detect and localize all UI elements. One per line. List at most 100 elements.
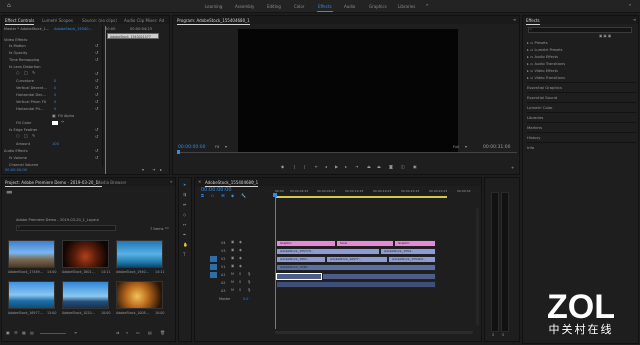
timeline-vertical-scrollbar[interactable] <box>476 208 479 326</box>
mic-icon[interactable]: 🎙 <box>247 280 251 284</box>
tree-item-presets[interactable]: ▸ ▭ Presets <box>527 41 548 45</box>
workspace-audio[interactable]: Audio <box>344 4 355 9</box>
program-timecode[interactable]: 00:00:00:00 <box>178 145 205 150</box>
program-scrubber[interactable] <box>177 152 517 155</box>
timeline-clip-audio-selected[interactable] <box>276 273 322 280</box>
ec-playhead[interactable] <box>105 26 106 174</box>
trash-icon[interactable]: 🗑 <box>160 331 165 335</box>
panel-info[interactable]: Info <box>527 142 636 151</box>
filter-icon[interactable]: ▾ <box>142 168 144 172</box>
track-header-a3[interactable]: A3 M S 🎙 <box>209 288 275 295</box>
rect-mask-icon[interactable]: □ <box>24 71 28 75</box>
timeline-clip-graphic[interactable]: Graphic <box>394 240 436 247</box>
project-item-thumb[interactable] <box>116 240 163 268</box>
pen-tool-icon[interactable]: ✒ <box>183 233 186 237</box>
timeline-clip-video[interactable]: AdobeStock_155404.. <box>388 256 436 263</box>
timeline-timecode[interactable]: 00:00:00:00 <box>201 187 232 193</box>
workspace-graphics[interactable]: Graphics <box>369 4 387 9</box>
mute-icon[interactable]: M <box>231 280 234 284</box>
timeline-clip-video[interactable]: AdobeStock_1554.. <box>380 248 436 255</box>
workspace-libraries[interactable]: Libraries <box>398 4 415 9</box>
search-icon[interactable]: ⌕ <box>629 3 631 7</box>
project-item-thumb[interactable] <box>62 240 109 268</box>
source-patch[interactable] <box>210 272 217 278</box>
source-patch[interactable] <box>210 256 217 262</box>
pen-mask-icon[interactable]: ✎ <box>32 71 35 75</box>
vertical-prism-value[interactable]: 0 <box>54 100 56 104</box>
close-icon[interactable]: × <box>198 180 201 184</box>
tab-effect-controls[interactable]: Effect Controls <box>5 18 35 25</box>
workspace-learning[interactable]: Learning <box>205 4 222 9</box>
ripple-edit-tool-icon[interactable]: ⇹ <box>183 203 186 207</box>
horizontal-dec-value[interactable]: 0 <box>54 93 56 97</box>
rect-mask-icon[interactable]: □ <box>24 134 28 138</box>
find-icon[interactable]: ⌕ <box>126 331 128 335</box>
chevron-right-icon[interactable]: » <box>170 180 172 184</box>
solo-right-icon[interactable]: S <box>502 333 504 338</box>
fx-edge-feather[interactable]: fx Edge Feather <box>9 128 37 132</box>
mic-icon[interactable]: 🎙 <box>247 288 251 292</box>
tree-item-lumetri-presets[interactable]: ▸ ▭ Lumetri Presets <box>527 48 563 52</box>
fx-motion[interactable]: fx Motion <box>9 44 26 48</box>
track-header-v2[interactable]: V2 ▣ ◉ <box>209 256 275 263</box>
linked-selection-icon[interactable]: ⌘ <box>221 194 225 198</box>
mark-in-icon[interactable]: ❘ <box>293 165 296 169</box>
track-header-master[interactable]: Master 0.0 <box>209 296 275 303</box>
tab-program[interactable]: Program: AdobeStock_155404680_1 <box>177 18 250 25</box>
nest-icon[interactable]: ⧉ <box>201 194 204 198</box>
master-clip-label[interactable]: Master * AdobeStock_1... <box>4 27 49 31</box>
tree-item-video-transitions[interactable]: ▸ ▭ Video Transitions <box>527 76 565 80</box>
tab-audio-clip-mixer[interactable]: Audio Clip Mixer: Ad <box>124 18 164 23</box>
lock-icon[interactable]: ▣ <box>231 264 234 268</box>
track-header-v1[interactable]: V1 ▣ ◉ <box>209 264 275 271</box>
add-button-icon[interactable]: + <box>511 166 514 170</box>
curvature-value[interactable]: 0 <box>54 79 56 83</box>
slip-tool-icon[interactable]: ↔ <box>183 223 186 227</box>
panel-essential-sound[interactable]: Essential Sound <box>527 92 636 101</box>
zoom-select[interactable]: Fit <box>215 145 219 149</box>
lock-icon[interactable]: ▣ <box>6 331 10 335</box>
menu-icon[interactable]: ≡ <box>251 180 254 184</box>
edge-mask-tools[interactable]: ○ □ ✎ <box>16 134 46 139</box>
timeline-clip-audio[interactable] <box>276 281 436 288</box>
snap-icon[interactable]: ∩ <box>211 194 214 198</box>
track-select-tool-icon[interactable]: ⇶ <box>183 193 186 197</box>
ec-mini-clip[interactable]: AdobeStock_1540021577 <box>107 33 159 39</box>
chevron-right-icon[interactable]: » <box>426 3 428 7</box>
tree-item-audio-transitions[interactable]: ▸ ▭ Audio Transitions <box>527 62 565 66</box>
solo-icon[interactable]: S <box>239 288 241 292</box>
channel-volume[interactable]: Channel Volume <box>9 163 38 167</box>
compare-icon[interactable]: ◫ <box>401 165 405 169</box>
workspace-effects[interactable]: Effects <box>317 4 333 12</box>
timeline-clip-video[interactable]: AdobeStock_1801.. <box>276 256 326 263</box>
settings-icon[interactable]: 🔧 <box>241 194 246 198</box>
program-playhead[interactable] <box>177 150 180 154</box>
razor-tool-icon[interactable]: ◇ <box>183 213 186 217</box>
tab-effects[interactable]: Effects <box>526 18 540 25</box>
timeline-clip-video[interactable]: AdobeStock_16977.. <box>326 256 388 263</box>
timeline-clip-audio[interactable] <box>322 273 436 280</box>
clip-name[interactable]: AdobeStock_15540... <box>54 27 92 31</box>
panel-lumetri-color[interactable]: Lumetri Color <box>527 102 636 111</box>
project-item-thumb[interactable] <box>8 281 55 309</box>
source-patch[interactable] <box>210 264 217 270</box>
lock-icon[interactable]: ▣ <box>231 256 234 260</box>
timeline-clip-audio[interactable]: AdobeStock_1548.. <box>276 264 436 271</box>
mic-icon[interactable]: 🎙 <box>247 272 251 276</box>
solo-icon[interactable]: S <box>239 272 241 276</box>
list-view-icon[interactable]: ☰ <box>14 331 18 335</box>
eye-icon[interactable]: ◉ <box>239 264 242 268</box>
workspace-editing[interactable]: Editing <box>267 4 281 9</box>
safe-margin-icon[interactable]: ▣ <box>413 165 417 169</box>
master-volume-value[interactable]: 0.0 <box>243 297 248 301</box>
lock-icon[interactable]: ▣ <box>231 248 234 252</box>
marker-icon[interactable]: ◆ <box>281 165 284 169</box>
tree-item-video-effects[interactable]: ▸ ▭ Video Effects <box>527 69 558 73</box>
pen-mask-icon[interactable]: ✎ <box>32 134 35 138</box>
freeform-view-icon[interactable]: ▤ <box>30 331 34 335</box>
track-header-a2[interactable]: A2 M S 🎙 <box>209 280 275 287</box>
icon-view-icon[interactable]: ▦ <box>22 331 26 335</box>
sort-icon[interactable]: ≡ <box>74 331 77 335</box>
chevron-down-icon[interactable]: ▾ <box>465 145 467 149</box>
solo-icon[interactable]: S <box>239 280 241 284</box>
